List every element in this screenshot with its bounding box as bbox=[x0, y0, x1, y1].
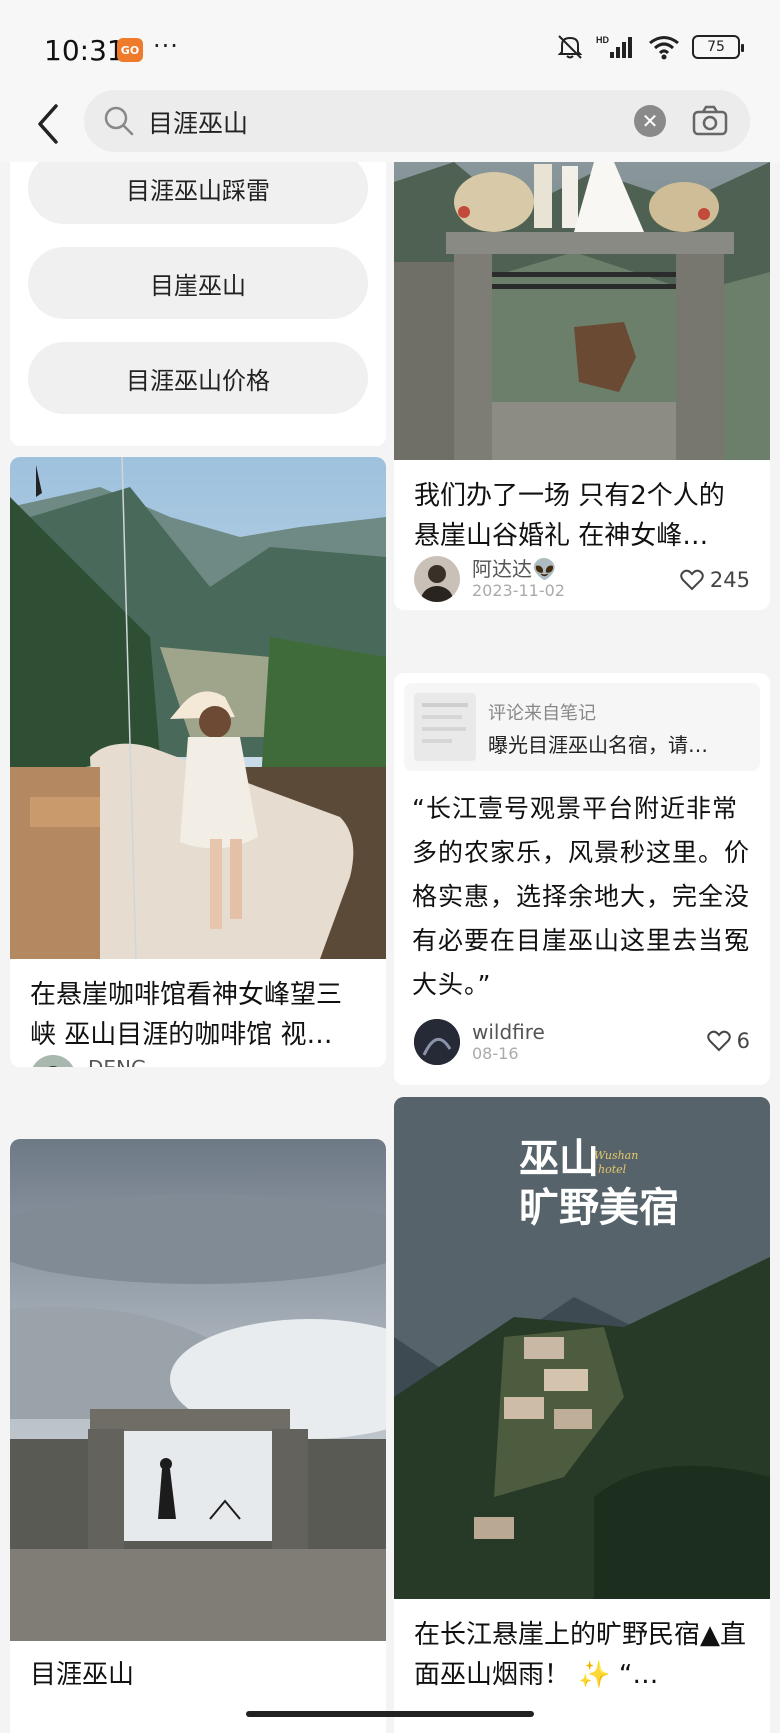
camera-search-icon[interactable] bbox=[692, 104, 728, 138]
mute-icon bbox=[557, 35, 583, 59]
search-query-text[interactable]: 目涯巫山 bbox=[148, 104, 248, 140]
author-name: wildfire bbox=[472, 1020, 545, 1044]
related-search-card: 目涯巫山踩雷 目崖巫山 目涯巫山价格 bbox=[10, 162, 386, 446]
clear-search-button[interactable]: ✕ bbox=[634, 105, 666, 137]
note-title: 目涯巫山 bbox=[30, 1660, 135, 1690]
author-info[interactable]: DENG. 08-20 bbox=[30, 1055, 153, 1067]
note-card-gate[interactable]: 目涯巫山 bbox=[10, 1139, 386, 1733]
status-icons: HD 75 bbox=[556, 34, 744, 60]
like-count: 245 bbox=[709, 568, 750, 592]
author-info[interactable]: wildfire 08-16 bbox=[414, 1019, 545, 1065]
note-card-cafe[interactable]: 在悬崖咖啡馆看神女峰望三峡 巫山目涯的咖啡馆 视… DENG. 08-20 7 bbox=[10, 457, 386, 1067]
like-button[interactable]: 6 bbox=[706, 1029, 750, 1053]
svg-text:HD: HD bbox=[596, 35, 609, 45]
wifi-icon bbox=[649, 36, 679, 60]
results-feed[interactable]: 目涯巫山踩雷 目崖巫山 目涯巫山价格 我们办了一场 只有2个人的悬崖山谷婚礼 在… bbox=[0, 162, 780, 1733]
source-label: 评论来自笔记 bbox=[488, 703, 596, 724]
search-icon bbox=[104, 106, 134, 136]
avatar[interactable] bbox=[414, 556, 460, 602]
hotel-image-subtitle-1: Wushan bbox=[594, 1149, 638, 1162]
note-title: 在悬崖咖啡馆看神女峰望三峡 巫山目涯的咖啡馆 视… bbox=[30, 980, 343, 1050]
heart-icon bbox=[680, 569, 704, 591]
post-date: 08-16 bbox=[472, 1044, 519, 1063]
hotel-image-title-1: 巫山 bbox=[519, 1135, 599, 1182]
author-name: DENG. bbox=[88, 1056, 153, 1067]
home-indicator[interactable] bbox=[246, 1711, 534, 1717]
search-input[interactable]: 目涯巫山 ✕ bbox=[84, 90, 750, 152]
note-title: 我们办了一场 只有2个人的悬崖山谷婚礼 在神女峰… bbox=[414, 481, 725, 551]
suggestion-pill-3[interactable]: 目涯巫山价格 bbox=[28, 342, 368, 414]
note-cover-image bbox=[10, 1139, 386, 1641]
like-button[interactable]: 245 bbox=[680, 568, 750, 592]
hd-signal-icon: HD bbox=[596, 35, 632, 58]
source-note-link[interactable]: 评论来自笔记 曝光目涯巫山名宿，请… bbox=[404, 683, 760, 771]
author-info[interactable]: 阿达达👽 2023-11-02 bbox=[414, 556, 565, 602]
status-bar: 10:31 GO ··· HD 75 bbox=[0, 0, 780, 90]
post-date: 2023-11-02 bbox=[472, 581, 565, 600]
status-time: 10:31 bbox=[44, 34, 125, 67]
note-card-hotel[interactable]: 巫山 Wushan hotel 旷野美宿 在长江悬崖上的旷野民宿▲直面巫山烟雨！… bbox=[394, 1097, 770, 1733]
comment-text: “长江壹号观景平台附近非常多的农家乐，风景秒这里。价格实惠，选择余地大，完全没有… bbox=[412, 794, 751, 999]
battery-icon: 75 bbox=[692, 35, 744, 59]
hotel-image-title-2: 旷野美宿 bbox=[519, 1184, 679, 1231]
note-cover-image: 巫山 Wushan hotel 旷野美宿 bbox=[394, 1097, 770, 1599]
comment-card[interactable]: 评论来自笔记 曝光目涯巫山名宿，请… “长江壹号观景平台附近非常多的农家乐，风景… bbox=[394, 673, 770, 1085]
note-cover-image bbox=[394, 162, 770, 460]
suggestion-pill-1[interactable]: 目涯巫山踩雷 bbox=[28, 162, 368, 224]
heart-icon bbox=[706, 1030, 731, 1052]
avatar[interactable] bbox=[30, 1055, 76, 1067]
suggestion-pill-2[interactable]: 目崖巫山 bbox=[28, 247, 368, 319]
note-card-wedding[interactable]: 我们办了一场 只有2个人的悬崖山谷婚礼 在神女峰… 阿达达👽 2023-11-0… bbox=[394, 162, 770, 610]
source-note-thumbnail bbox=[414, 693, 476, 761]
like-count: 6 bbox=[736, 1029, 750, 1053]
search-header: 目涯巫山 ✕ bbox=[0, 90, 780, 162]
author-name: 阿达达👽 bbox=[472, 557, 557, 581]
note-cover-image bbox=[10, 457, 386, 959]
back-arrow-icon[interactable] bbox=[30, 100, 70, 148]
more-notifications-icon: ··· bbox=[153, 32, 179, 60]
note-title: 在长江悬崖上的旷野民宿▲直面巫山烟雨！ ✨ “… bbox=[414, 1620, 746, 1690]
avatar[interactable] bbox=[414, 1019, 460, 1065]
source-note-title: 曝光目涯巫山名宿，请… bbox=[488, 733, 708, 757]
hotel-image-subtitle-2: hotel bbox=[598, 1163, 627, 1176]
go-badge-icon: GO bbox=[117, 38, 143, 62]
